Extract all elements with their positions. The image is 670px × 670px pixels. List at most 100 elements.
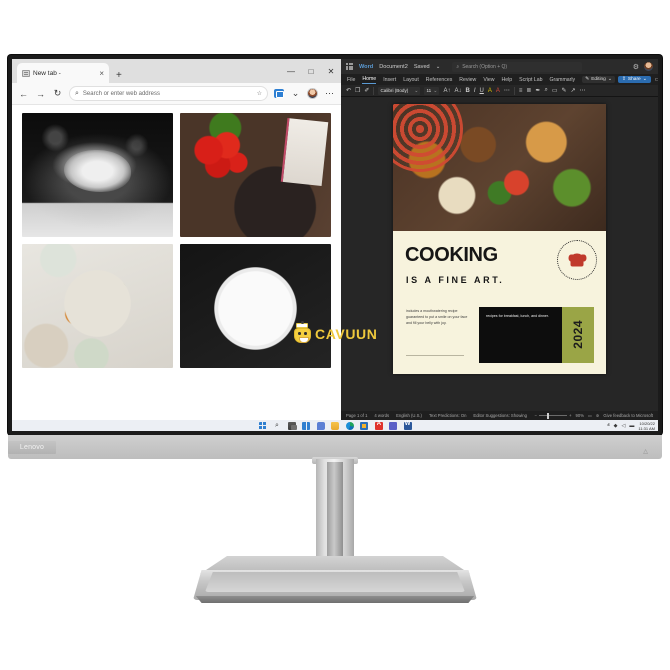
refresh-icon[interactable]: ↻ (52, 88, 63, 99)
collections-icon[interactable] (274, 89, 284, 98)
avatar[interactable] (307, 88, 318, 99)
app-launcher-icon[interactable] (346, 63, 353, 70)
teams-icon[interactable] (389, 421, 397, 430)
bold-button[interactable]: B (465, 88, 469, 94)
styles-icon[interactable]: ✒ (535, 87, 540, 94)
clock[interactable]: 10/20/22 11:31 AM (638, 421, 655, 431)
reuse-files-icon[interactable]: ↗ (571, 87, 576, 94)
font-name-input[interactable]: Calibri (Body) ⌄ (378, 86, 421, 95)
maximize-button[interactable]: □ (301, 59, 321, 83)
chevron-down-icon[interactable]: ⌄ (290, 88, 301, 99)
underline-button[interactable]: U (480, 88, 484, 94)
shrink-font-icon[interactable]: A↓ (454, 88, 461, 94)
tab-help[interactable]: Help (501, 77, 512, 83)
italic-button[interactable]: I (474, 88, 476, 94)
more-font-options-icon[interactable]: ⋯ (504, 87, 510, 94)
editor-icon[interactable]: ✎ (562, 87, 567, 94)
document-canvas[interactable]: COOKING IS A FINE ART. includes a mouthw… (341, 97, 658, 411)
chevron-up-icon[interactable]: ⱏ (607, 423, 610, 429)
tab-view[interactable]: View (483, 77, 494, 83)
font-size-input[interactable]: 11 ⌄ (424, 86, 440, 95)
share-button[interactable]: ⇪ Share ⌄ (617, 76, 651, 83)
network-icon[interactable]: ◆ (614, 423, 618, 429)
print-layout-icon[interactable]: ▭ (588, 413, 592, 418)
start-button[interactable] (258, 421, 267, 430)
roasted-vegetable-platter-image[interactable] (22, 244, 173, 368)
recipes-panel: recipes for breakfast, lunch, and dinner… (479, 306, 562, 364)
tab-file[interactable]: File (347, 77, 355, 83)
editor-suggestions-status[interactable]: Editor Suggestions: Showing (473, 413, 527, 418)
tab-home[interactable]: Home (362, 76, 377, 84)
more-icon[interactable]: ⋯ (324, 88, 335, 99)
word-icon[interactable] (403, 421, 412, 430)
acrobat-icon[interactable] (374, 421, 383, 430)
tab-script-lab[interactable]: Script Lab (519, 77, 542, 83)
volume-icon[interactable]: ◁ (622, 423, 626, 429)
dictate-icon[interactable]: ▭ (552, 87, 558, 94)
zoom-knob[interactable] (547, 412, 550, 419)
document-page[interactable]: COOKING IS A FINE ART. includes a mouthw… (393, 104, 606, 374)
tomatoes-skillet-eggs-image[interactable] (180, 113, 331, 237)
language-indicator[interactable]: English (U.S.) (396, 413, 422, 418)
feedback-link[interactable]: Give feedback to Microsoft (603, 413, 653, 418)
zoom-level[interactable]: 90% (576, 413, 584, 418)
battery-icon[interactable]: ▬ (629, 423, 634, 429)
highlight-color-icon[interactable]: A (488, 88, 492, 94)
tab-review[interactable]: Review (459, 77, 476, 83)
word-search-box[interactable]: ⌕ Search (Option + Q) (452, 61, 583, 72)
tab-references[interactable]: References (426, 77, 453, 83)
more-icon[interactable]: ⋯ (580, 87, 586, 94)
pencil-icon: ✎ (585, 77, 590, 82)
numbering-icon[interactable]: ≣ (526, 87, 531, 94)
microsoft-store-icon[interactable] (360, 421, 368, 430)
file-explorer-icon[interactable] (331, 421, 339, 430)
divider (373, 86, 375, 95)
save-state: Saved (413, 63, 430, 70)
edge-icon[interactable] (345, 421, 354, 430)
tab-layout[interactable]: Layout (403, 77, 419, 83)
back-icon[interactable]: ← (18, 89, 29, 99)
undo-icon[interactable]: ↶ (346, 87, 351, 94)
greek-salad-plate-image[interactable] (180, 244, 331, 368)
document-title[interactable]: Document2 (379, 64, 408, 70)
new-tab-button[interactable]: + (116, 70, 122, 81)
editing-mode-button[interactable]: ✎ Editing ⌄ (582, 76, 615, 83)
chevron-down-icon: ⌄ (433, 87, 438, 94)
format-painter-icon[interactable]: ✐ (364, 87, 369, 94)
chevron-down-icon[interactable]: ⌄ (436, 64, 441, 70)
search-icon[interactable]: ⌕ (273, 422, 281, 430)
zoom-slider[interactable]: − + (535, 412, 572, 419)
word-count[interactable]: 4 words (374, 413, 389, 418)
favorites-icon[interactable]: ☆ (257, 90, 262, 97)
minimize-button[interactable]: — (281, 59, 301, 83)
tab-grammarly[interactable]: Grammarly (550, 77, 576, 83)
grow-font-icon[interactable]: A↑ (443, 88, 450, 94)
font-color-icon[interactable]: A (496, 88, 500, 94)
zoom-track[interactable] (539, 412, 568, 419)
address-bar[interactable]: ⌕ Search or enter web address ☆ (69, 86, 268, 101)
chat-icon[interactable] (316, 421, 325, 430)
page-number[interactable]: Page 1 of 1 (346, 413, 367, 418)
paste-icon[interactable]: ❐ (355, 87, 360, 94)
find-icon[interactable]: ⌕ (544, 87, 547, 94)
zoom-out-button[interactable]: − (535, 413, 537, 418)
tab-insert[interactable]: Insert (383, 77, 396, 83)
close-button[interactable]: ✕ (321, 59, 341, 83)
word-app-name: Word (359, 63, 374, 70)
comments-icon[interactable]: ▭ (654, 76, 658, 83)
bullets-icon[interactable]: ≡ (519, 88, 523, 94)
gear-icon[interactable]: ⚙ (633, 63, 639, 71)
stand-base-inner (205, 572, 465, 592)
forward-icon[interactable]: → (35, 89, 46, 99)
power-led-icon: △ (643, 449, 648, 455)
browser-tab[interactable]: New tab - × (17, 63, 109, 83)
text-predictions-status[interactable]: Text Predictions: On (429, 413, 466, 418)
focus-mode-icon[interactable]: ✲ (596, 413, 600, 418)
close-icon[interactable]: × (99, 69, 104, 78)
avatar[interactable] (644, 62, 653, 71)
zoom-in-button[interactable]: + (569, 413, 571, 418)
task-view-icon[interactable] (287, 421, 297, 430)
hands-clapping-flour-image[interactable] (22, 113, 173, 237)
widgets-icon[interactable] (302, 421, 310, 430)
address-placeholder: Search or enter web address (82, 90, 160, 97)
